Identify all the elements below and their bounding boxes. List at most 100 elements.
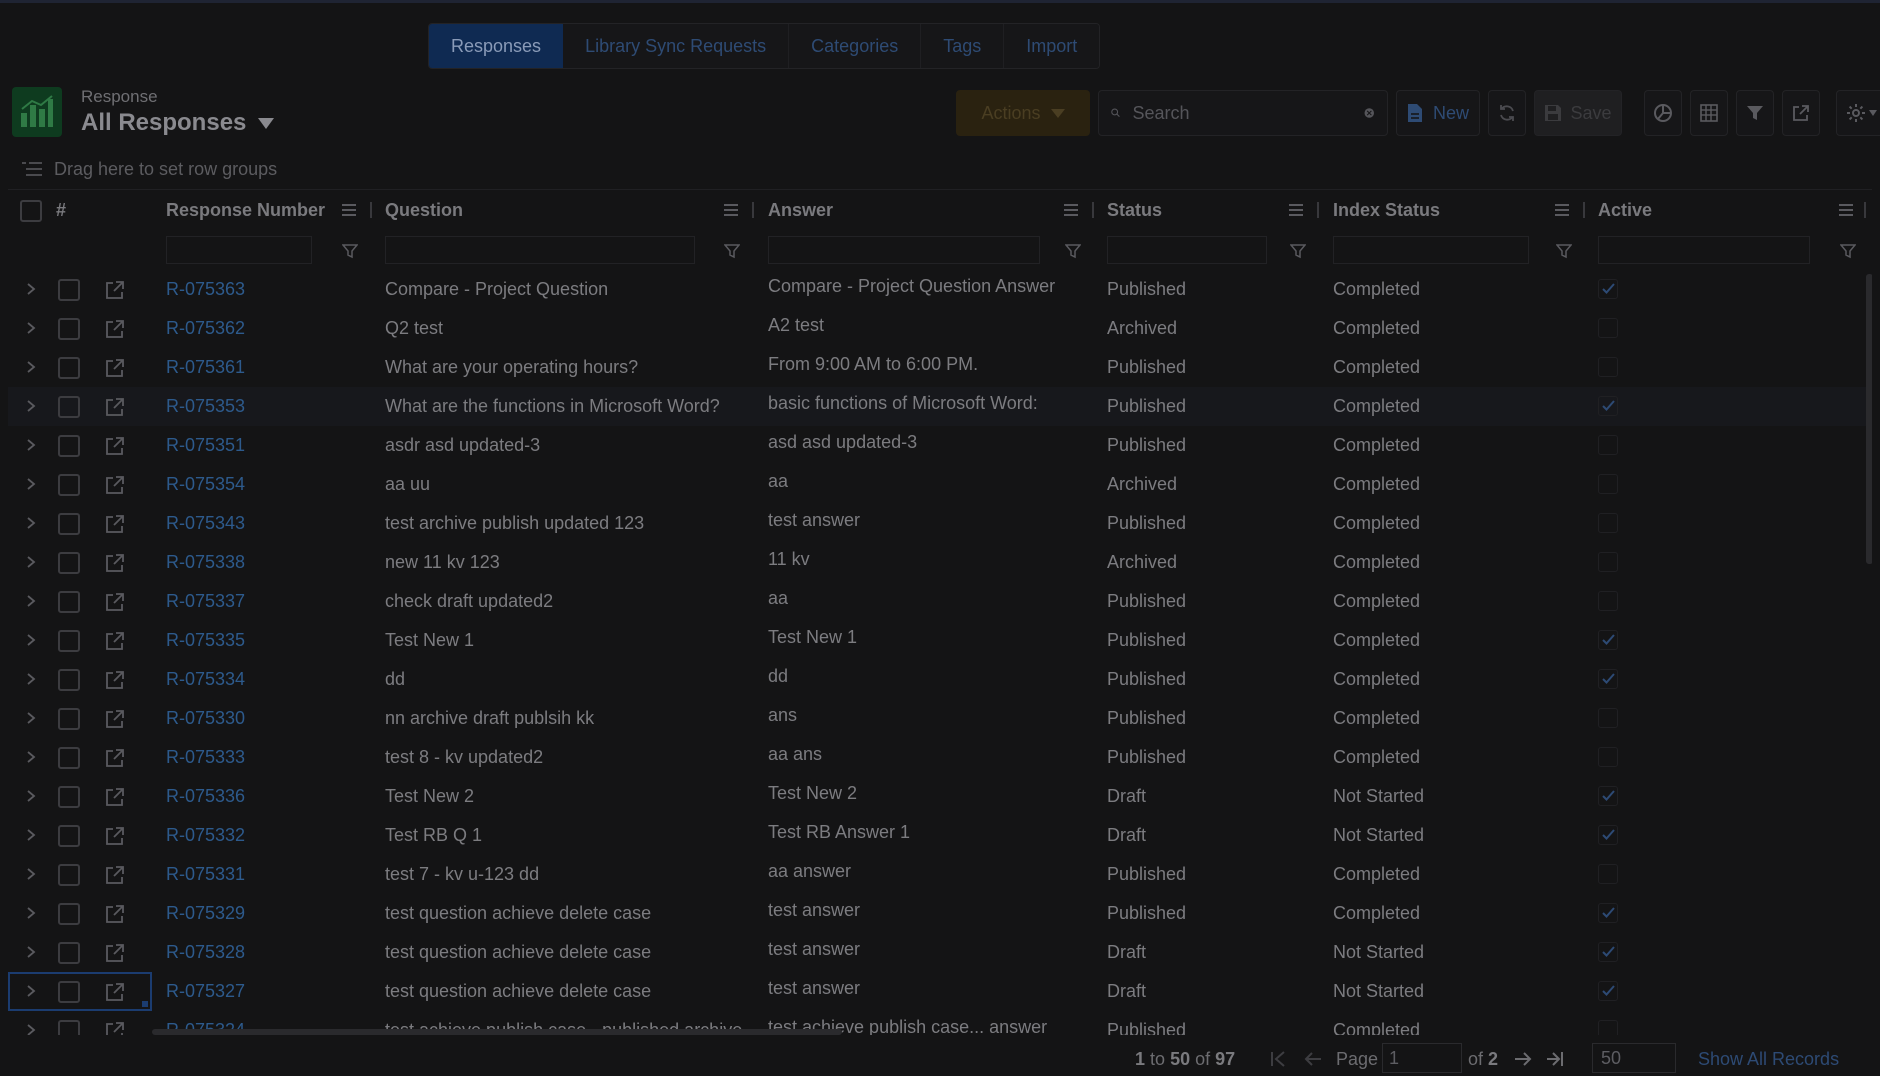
response-number-link[interactable]: R-075335 bbox=[166, 621, 366, 660]
response-number-link[interactable]: R-075331 bbox=[166, 855, 366, 894]
external-link-icon[interactable] bbox=[104, 318, 126, 340]
response-number-link[interactable]: R-075333 bbox=[166, 738, 366, 777]
external-link-icon[interactable] bbox=[104, 435, 126, 457]
response-number-link[interactable]: R-075337 bbox=[166, 582, 366, 621]
table-row[interactable]: R-075354 aa uu aa Archived Completed bbox=[8, 465, 1872, 504]
row-checkbox[interactable] bbox=[58, 864, 80, 886]
chevron-right-icon[interactable] bbox=[25, 673, 37, 685]
external-link-icon[interactable] bbox=[104, 630, 126, 652]
column-menu-icon[interactable] bbox=[341, 203, 357, 217]
row-checkbox[interactable] bbox=[58, 1020, 80, 1035]
column-header-question[interactable]: Question bbox=[385, 190, 463, 230]
response-number-link[interactable]: R-075328 bbox=[166, 933, 366, 972]
vertical-scrollbar[interactable] bbox=[1866, 274, 1872, 564]
chevron-right-icon[interactable] bbox=[25, 595, 37, 607]
row-checkbox[interactable] bbox=[58, 708, 80, 730]
filter-icon[interactable] bbox=[1290, 243, 1306, 259]
row-checkbox[interactable] bbox=[58, 474, 80, 496]
chevron-right-icon[interactable] bbox=[25, 283, 37, 295]
filter-icon[interactable] bbox=[1065, 243, 1081, 259]
chevron-right-icon[interactable] bbox=[25, 790, 37, 802]
column-header-active[interactable]: Active bbox=[1598, 190, 1652, 230]
column-resize-handle[interactable] bbox=[752, 202, 754, 218]
chart-button[interactable] bbox=[1644, 90, 1682, 136]
chevron-right-icon[interactable] bbox=[25, 634, 37, 646]
active-filter-input[interactable] bbox=[1598, 236, 1810, 264]
response-number-link[interactable]: R-075330 bbox=[166, 699, 366, 738]
row-checkbox[interactable] bbox=[58, 591, 80, 613]
row-checkbox[interactable] bbox=[58, 279, 80, 301]
chevron-right-icon[interactable] bbox=[25, 517, 37, 529]
list-view-selector[interactable]: All Responses bbox=[81, 109, 275, 137]
table-view-button[interactable] bbox=[1690, 90, 1728, 136]
filter-icon[interactable] bbox=[1840, 243, 1856, 259]
row-checkbox[interactable] bbox=[58, 669, 80, 691]
new-button[interactable]: New bbox=[1396, 90, 1480, 136]
table-row[interactable]: R-075337 check draft updated2 aa Published C… bbox=[8, 582, 1872, 621]
external-link-icon[interactable] bbox=[104, 396, 126, 418]
chevron-right-icon[interactable] bbox=[25, 712, 37, 724]
show-all-records-link[interactable]: Show All Records bbox=[1698, 1049, 1839, 1070]
tab-tags[interactable]: Tags bbox=[921, 24, 1005, 68]
response-number-link[interactable]: R-075363 bbox=[166, 270, 366, 309]
row-checkbox[interactable] bbox=[58, 552, 80, 574]
settings-menu-button[interactable] bbox=[1836, 90, 1880, 136]
external-link-icon[interactable] bbox=[104, 903, 126, 925]
chevron-right-icon[interactable] bbox=[25, 556, 37, 568]
row-checkbox[interactable] bbox=[58, 357, 80, 379]
row-checkbox[interactable] bbox=[58, 435, 80, 457]
column-header-index-status[interactable]: Index Status bbox=[1333, 190, 1440, 230]
external-link-icon[interactable] bbox=[104, 747, 126, 769]
filter-icon[interactable] bbox=[724, 243, 740, 259]
column-resize-handle[interactable] bbox=[370, 202, 372, 218]
page-number-input[interactable]: 1 bbox=[1382, 1043, 1462, 1073]
tab-import[interactable]: Import bbox=[1004, 24, 1100, 68]
last-page-icon[interactable] bbox=[1546, 1051, 1564, 1067]
chevron-right-icon[interactable] bbox=[25, 361, 37, 373]
column-header-answer[interactable]: Answer bbox=[768, 190, 833, 230]
select-all-checkbox[interactable] bbox=[20, 200, 42, 222]
column-menu-icon[interactable] bbox=[1063, 203, 1079, 217]
response-number-filter-input[interactable] bbox=[166, 236, 312, 264]
response-number-link[interactable]: R-075329 bbox=[166, 894, 366, 933]
column-menu-icon[interactable] bbox=[1288, 203, 1304, 217]
row-checkbox[interactable] bbox=[58, 942, 80, 964]
external-link-icon[interactable] bbox=[104, 942, 126, 964]
external-link-icon[interactable] bbox=[104, 708, 126, 730]
row-checkbox[interactable] bbox=[58, 825, 80, 847]
response-number-link[interactable]: R-075362 bbox=[166, 309, 366, 348]
column-resize-handle[interactable] bbox=[1317, 202, 1319, 218]
chevron-right-icon[interactable] bbox=[25, 868, 37, 880]
chevron-right-icon[interactable] bbox=[25, 400, 37, 412]
external-link-icon[interactable] bbox=[104, 279, 126, 301]
chevron-right-icon[interactable] bbox=[25, 439, 37, 451]
tab-categories[interactable]: Categories bbox=[789, 24, 922, 68]
chevron-right-icon[interactable] bbox=[25, 751, 37, 763]
row-checkbox[interactable] bbox=[58, 318, 80, 340]
response-number-link[interactable]: R-075338 bbox=[166, 543, 366, 582]
clear-search-icon[interactable] bbox=[1364, 103, 1375, 123]
chevron-right-icon[interactable] bbox=[25, 322, 37, 334]
index-status-filter-input[interactable] bbox=[1333, 236, 1529, 264]
filter-icon[interactable] bbox=[342, 243, 358, 259]
external-link-icon[interactable] bbox=[104, 1020, 126, 1035]
table-row[interactable]: R-075343 test archive publish updated 123… bbox=[8, 504, 1872, 543]
table-row[interactable]: R-075330 nn archive draft publsih kk ans Pu… bbox=[8, 699, 1872, 738]
column-header-status[interactable]: Status bbox=[1107, 190, 1162, 230]
response-number-link[interactable]: R-075361 bbox=[166, 348, 366, 387]
table-row[interactable]: R-075333 test 8 - kv updated2 aa ans Publis… bbox=[8, 738, 1872, 777]
actions-button[interactable]: Actions bbox=[956, 90, 1090, 136]
status-filter-input[interactable] bbox=[1107, 236, 1267, 264]
save-button[interactable]: Save bbox=[1534, 90, 1622, 136]
table-row[interactable]: R-075363 Compare - Project Question Compar… bbox=[8, 270, 1872, 309]
page-size-select[interactable]: 50 bbox=[1592, 1043, 1676, 1073]
external-link-icon[interactable] bbox=[104, 591, 126, 613]
tab-library-sync-requests[interactable]: Library Sync Requests bbox=[563, 24, 790, 68]
table-row[interactable]: R-075336 Test New 2 Test New 2 Draft Not Sta… bbox=[8, 777, 1872, 816]
filter-icon[interactable] bbox=[1556, 243, 1572, 259]
table-row[interactable]: R-075329 test question achieve delete cas… bbox=[8, 894, 1872, 933]
chevron-right-icon[interactable] bbox=[25, 478, 37, 490]
first-page-icon[interactable] bbox=[1270, 1051, 1288, 1067]
chevron-right-icon[interactable] bbox=[25, 946, 37, 958]
table-row[interactable]: R-075328 test question achieve delete cas… bbox=[8, 933, 1872, 972]
